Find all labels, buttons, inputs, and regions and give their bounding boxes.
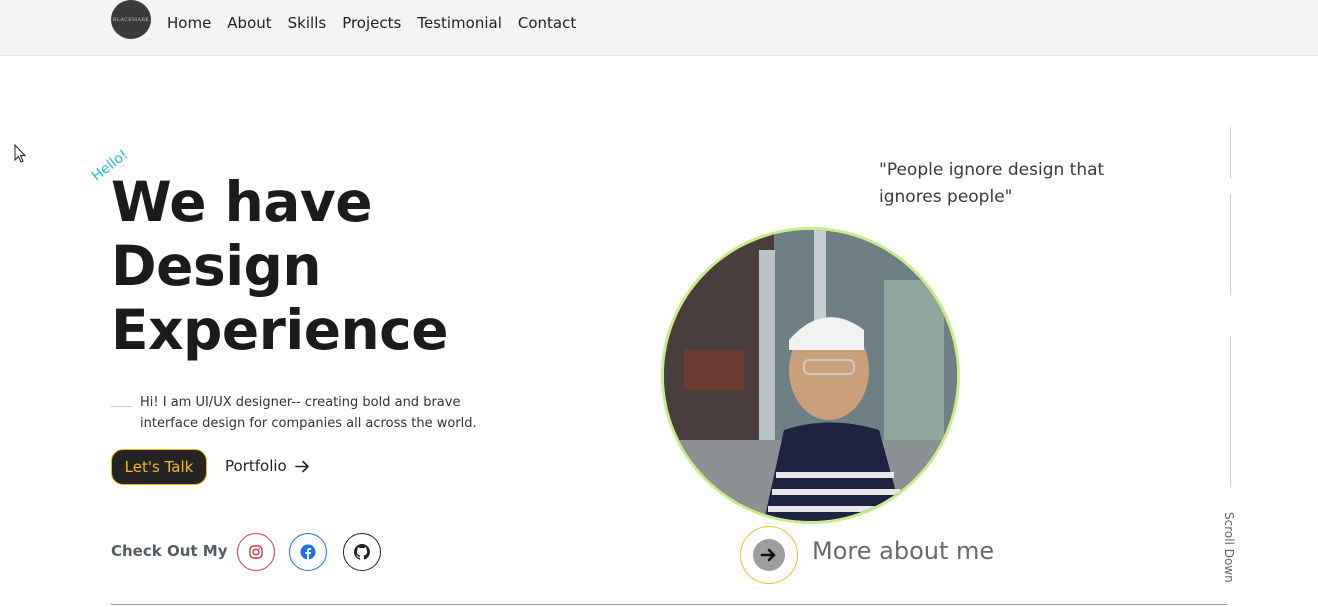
- navbar: BLACKMARK Home About Skills Projects Tes…: [0, 0, 1318, 56]
- side-line: [1230, 336, 1231, 487]
- more-about-inner: [753, 539, 785, 571]
- nav-link-home[interactable]: Home: [167, 14, 211, 32]
- headline-line-3: Experience: [111, 298, 449, 362]
- headline-line-2: Design: [111, 234, 322, 298]
- side-line: [1230, 127, 1231, 178]
- portfolio-label: Portfolio: [225, 457, 287, 475]
- lets-talk-button[interactable]: Let's Talk: [111, 449, 207, 485]
- arrow-right-icon: [294, 460, 309, 472]
- github-icon: [354, 544, 370, 560]
- nav-link-about[interactable]: About: [227, 14, 271, 32]
- headline-line-1: We have: [111, 170, 373, 234]
- nav-link-projects[interactable]: Projects: [342, 14, 401, 32]
- hero-headline: We have Design Experience: [111, 170, 449, 362]
- bottom-divider: [111, 604, 1227, 605]
- more-about-button[interactable]: [740, 526, 798, 584]
- logo-text: BLACKMARK: [112, 16, 150, 23]
- mouse-cursor-icon: [14, 144, 26, 163]
- intro-text: Hi! I am UI/UX designer-- creating bold …: [140, 395, 477, 431]
- facebook-button[interactable]: [289, 533, 327, 571]
- side-line: [1230, 194, 1231, 295]
- instagram-icon: [249, 545, 263, 559]
- portfolio-link[interactable]: Portfolio: [225, 457, 310, 475]
- nav-links: Home About Skills Projects Testimonial C…: [167, 14, 592, 32]
- scroll-down-link[interactable]: Scroll Down: [1222, 512, 1236, 583]
- nav-link-contact[interactable]: Contact: [518, 14, 576, 32]
- quote-text: "People ignore design that ignores peopl…: [879, 160, 1105, 207]
- github-button[interactable]: [343, 533, 381, 571]
- profile-photo-illustration: [664, 230, 957, 521]
- social-label: Check Out My: [111, 542, 228, 560]
- logo[interactable]: BLACKMARK: [111, 0, 151, 39]
- nav-link-testimonial[interactable]: Testimonial: [417, 14, 502, 32]
- more-about-link[interactable]: More about me: [812, 537, 994, 565]
- facebook-icon: [300, 544, 316, 560]
- instagram-button[interactable]: [237, 533, 275, 571]
- intro-divider: [111, 406, 132, 407]
- nav-link-skills[interactable]: Skills: [288, 14, 327, 32]
- arrow-right-icon: [760, 548, 776, 562]
- profile-photo: [661, 227, 960, 524]
